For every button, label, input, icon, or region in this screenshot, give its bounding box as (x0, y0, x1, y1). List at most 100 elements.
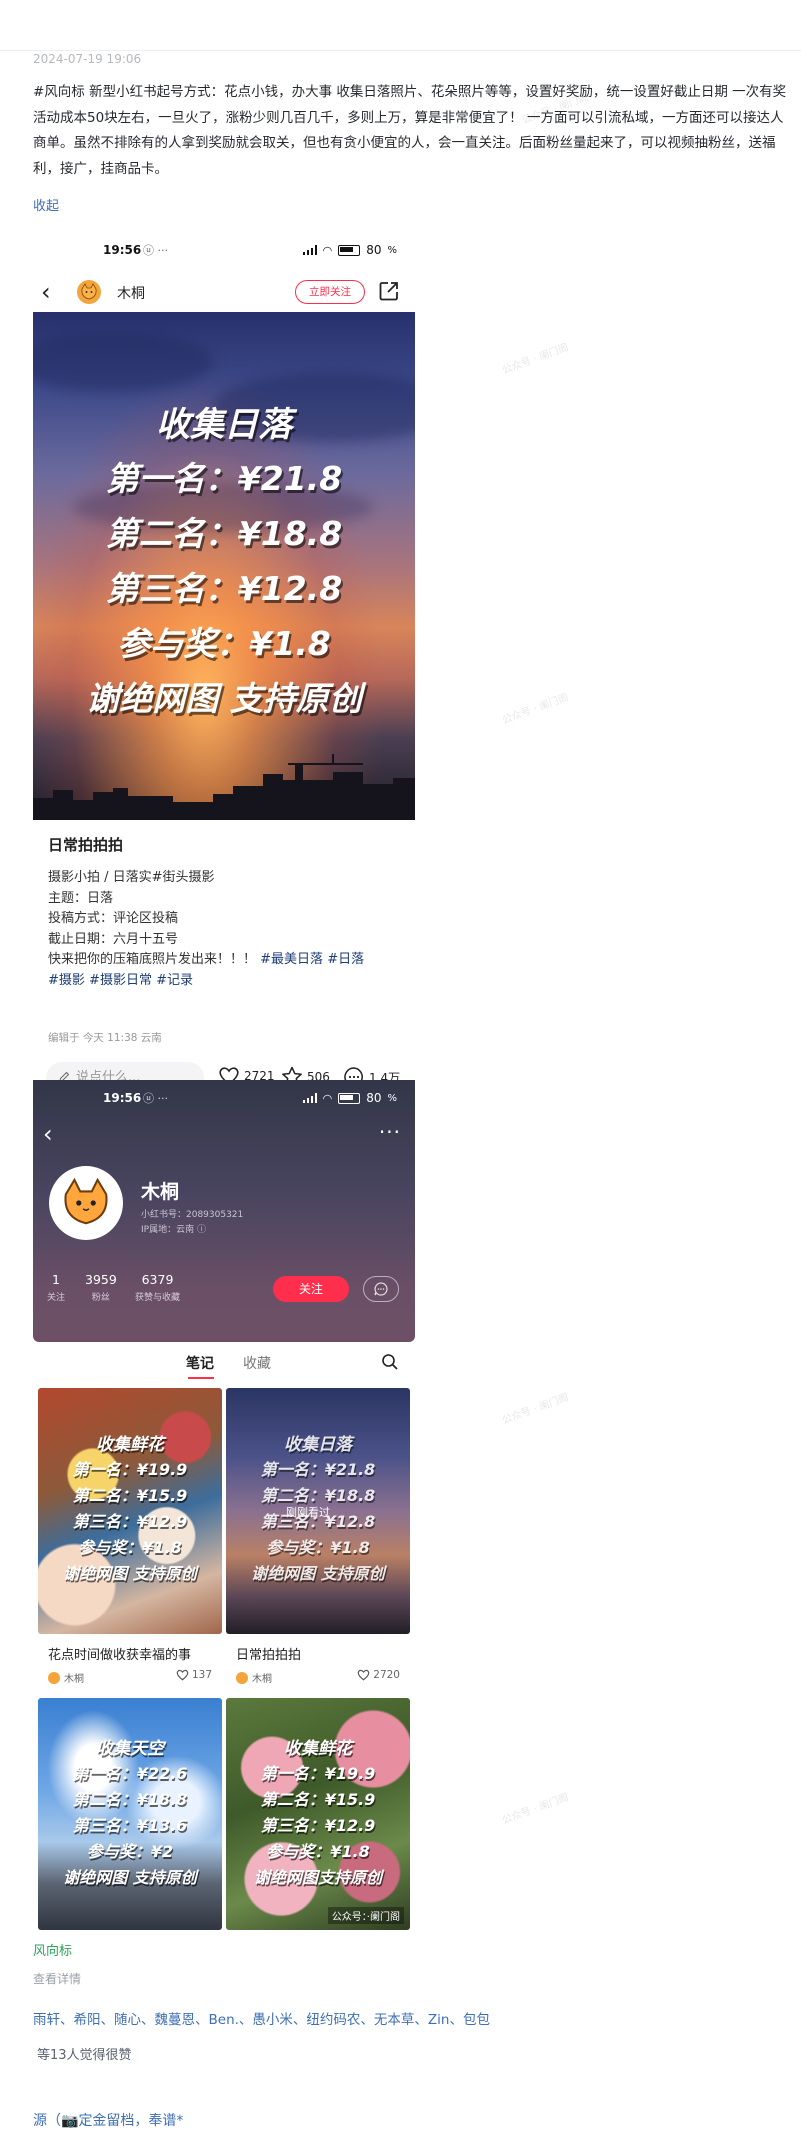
back-icon[interactable]: ‹ (41, 278, 51, 306)
note-card[interactable]: 收集鲜花 第一名：¥19.9 第二名：¥15.9 第三名：¥12.9 参与奖：¥… (38, 1388, 222, 1688)
card-likes[interactable]: 137 (176, 1669, 212, 1681)
cover-line: 谢绝网图 支持原创 (86, 679, 362, 718)
card-overlay-line: 第二名：¥18.8 (260, 1486, 376, 1505)
author-name[interactable]: 木桐 (117, 283, 145, 303)
message-button[interactable] (363, 1276, 399, 1302)
heart-icon (357, 1669, 370, 1681)
card-author: 木桐 (48, 1670, 84, 1685)
profile-meta: 小红书号：2089305321 IP属地：云南 ⓘ (141, 1208, 243, 1238)
status-bar: 19:56 ⓤ ··· ◠ 80% (103, 1091, 397, 1105)
stat-followers[interactable]: 3959 粉丝 (85, 1272, 117, 1303)
post-date: 2024-07-19 19:06 (33, 52, 142, 66)
stat-label: 关注 (47, 1293, 66, 1303)
card-overlay-line: 参与奖：¥2 (86, 1842, 174, 1861)
xhs-id: 小红书号：2089305321 (141, 1210, 244, 1220)
xhs-post-screenshot: 19:56 ⓤ ··· ◠ 80% ‹ 木桐 立即关注 收集日落 第一名：¥21… (33, 232, 415, 1094)
share-icon[interactable] (378, 280, 400, 302)
stat-following[interactable]: 1 关注 (47, 1272, 65, 1303)
stat-likes[interactable]: 6379 获赞与收藏 (135, 1272, 180, 1303)
card-title: 日常拍拍拍 (236, 1648, 302, 1663)
wifi-icon: ◠ (322, 1091, 333, 1105)
city-silhouette (33, 754, 415, 820)
hashtag[interactable]: #最美日落 (260, 952, 323, 967)
card-overlay-line: 收集日落 (284, 1435, 352, 1455)
profile-name: 木桐 (141, 1181, 180, 1203)
source-name[interactable]: 风向标 (33, 1940, 72, 1959)
details-link[interactable]: 查看详情 (33, 1970, 81, 1987)
card-overlay-line: 第三名：¥13.6 (72, 1816, 188, 1835)
hashtag[interactable]: #记录 (156, 973, 193, 988)
cat-icon (81, 283, 97, 300)
image-watermark: 公众号：·阑门阁 (327, 1907, 404, 1924)
search-icon[interactable] (381, 1353, 399, 1371)
cover-line: 第一名：¥21.8 (105, 459, 343, 498)
camera-icon: 📷 (61, 2113, 79, 2129)
likers-count[interactable]: 等13人觉得很赞 (37, 2044, 132, 2063)
follow-button[interactable]: 立即关注 (295, 280, 365, 304)
profile-tabs: 笔记 收藏 (33, 1342, 415, 1384)
back-icon[interactable]: ‹ (43, 1120, 53, 1148)
card-overlay-line: 第一名：¥21.8 (260, 1460, 376, 1479)
edit-meta: 编辑于 今天 11:38 云南 (48, 1032, 162, 1044)
card-likes[interactable]: 2720 (357, 1669, 400, 1681)
likers-list[interactable]: 雨轩、希阳、随心、魏蔓恩、Ben.、愚小米、纽约码农、无本草、Zin、包包 (33, 2008, 490, 2028)
battery-percent: 80 (366, 1091, 382, 1105)
note-line: 摄影小拍 / 日落实#街头摄影 (48, 870, 215, 885)
follow-button[interactable]: 关注 (273, 1276, 349, 1302)
tab-collections[interactable]: 收藏 (243, 1353, 271, 1373)
battery-icon (338, 244, 361, 256)
card-overlay-line: 第二名：¥15.9 (260, 1790, 376, 1809)
cover-title: 收集日落 (156, 405, 292, 445)
note-card[interactable]: 收集日落 第一名：¥21.8 第二名：¥18.8 第三名：¥12.8 参与奖：¥… (226, 1388, 410, 1688)
battery-percent: 80 (366, 243, 382, 257)
card-overlay-line: 第三名：¥12.9 (260, 1816, 376, 1835)
signal-icon (302, 1093, 317, 1103)
cover-line: 参与奖：¥1.8 (117, 624, 331, 663)
card-overlay-line: 收集鲜花 (284, 1739, 352, 1759)
top-divider (0, 50, 801, 51)
source-line: 源（📷定金留档，奉谱* (33, 2110, 183, 2130)
note-line: 截止日期：六月十五号 (48, 931, 179, 947)
more-icon[interactable]: ··· (379, 1120, 401, 1144)
battery-icon (338, 1092, 361, 1104)
card-like-count: 137 (191, 1669, 212, 1681)
note-text: 摄影小拍 / 日落实#街头摄影 主题：日落 投稿方式：评论区投稿 截止日期：六月… (48, 868, 408, 991)
author-avatar[interactable] (77, 280, 101, 304)
hashtag[interactable]: #日落 (327, 952, 364, 967)
status-time: 19:56 (103, 243, 142, 257)
note-card[interactable]: 收集天空 第一名：¥22.6 第二名：¥18.8 第三名：¥13.6 参与奖：¥… (38, 1698, 222, 1930)
card-like-count: 2720 (373, 1669, 400, 1681)
cat-icon (64, 1177, 108, 1225)
post-body: #风向标 新型小红书起号方式：花点小钱，办大事 收集日落照片、花朵照片等等，设置… (33, 84, 787, 177)
source-text[interactable]: 定金留档，奉谱* (78, 2113, 183, 2129)
profile-avatar[interactable] (49, 1166, 123, 1240)
collapse-link[interactable]: 收起 (33, 195, 59, 214)
watermark: 公众号 · 阑门阁 (500, 1392, 571, 1427)
card-overlay-line: 第一名：¥22.6 (72, 1764, 188, 1783)
note-title: 日常拍拍拍 (48, 836, 124, 854)
card-overlay-line: 参与奖：¥1.8 (266, 1538, 370, 1557)
watermark: 公众号 · 阑门阁 (500, 1792, 571, 1827)
stat-label: 获赞与收藏 (135, 1293, 181, 1303)
card-overlay-line: 谢绝网图 支持原创 (63, 1868, 197, 1887)
card-overlay-line: 参与奖：¥1.8 (266, 1842, 370, 1861)
card-image: 收集鲜花 第一名：¥19.9 第二名：¥15.9 第三名：¥12.9 参与奖：¥… (226, 1698, 410, 1930)
hashtag[interactable]: #摄影 (48, 973, 85, 988)
card-overlay-line: 第二名：¥15.9 (72, 1486, 188, 1505)
note-line: 投稿方式：评论区投稿 (48, 911, 179, 926)
card-overlay-line: 谢绝网图 支持原创 (251, 1564, 385, 1583)
cover-line: 第三名：¥12.8 (105, 569, 343, 608)
hashtag[interactable]: #摄影日常 (89, 973, 152, 988)
tab-notes[interactable]: 笔记 (186, 1353, 214, 1373)
wifi-icon: ◠ (322, 243, 333, 257)
card-title: 花点时间做收获幸福的事 (48, 1648, 192, 1663)
card-author-name: 木桐 (252, 1674, 272, 1685)
card-overlay-line: 第三名：¥12.9 (72, 1512, 188, 1531)
note-card[interactable]: 收集鲜花 第一名：¥19.9 第二名：¥15.9 第三名：¥12.9 参与奖：¥… (226, 1698, 410, 1930)
card-author-name: 木桐 (64, 1674, 84, 1685)
ip-location: IP属地：云南 ⓘ (141, 1225, 206, 1235)
card-image: 收集鲜花 第一名：¥19.9 第二名：¥15.9 第三名：¥12.9 参与奖：¥… (38, 1388, 222, 1634)
card-overlay-line: 收集天空 (96, 1739, 164, 1759)
card-overlay-line: 第一名：¥19.9 (72, 1460, 188, 1479)
cover-line: 第二名：¥18.8 (105, 514, 343, 553)
